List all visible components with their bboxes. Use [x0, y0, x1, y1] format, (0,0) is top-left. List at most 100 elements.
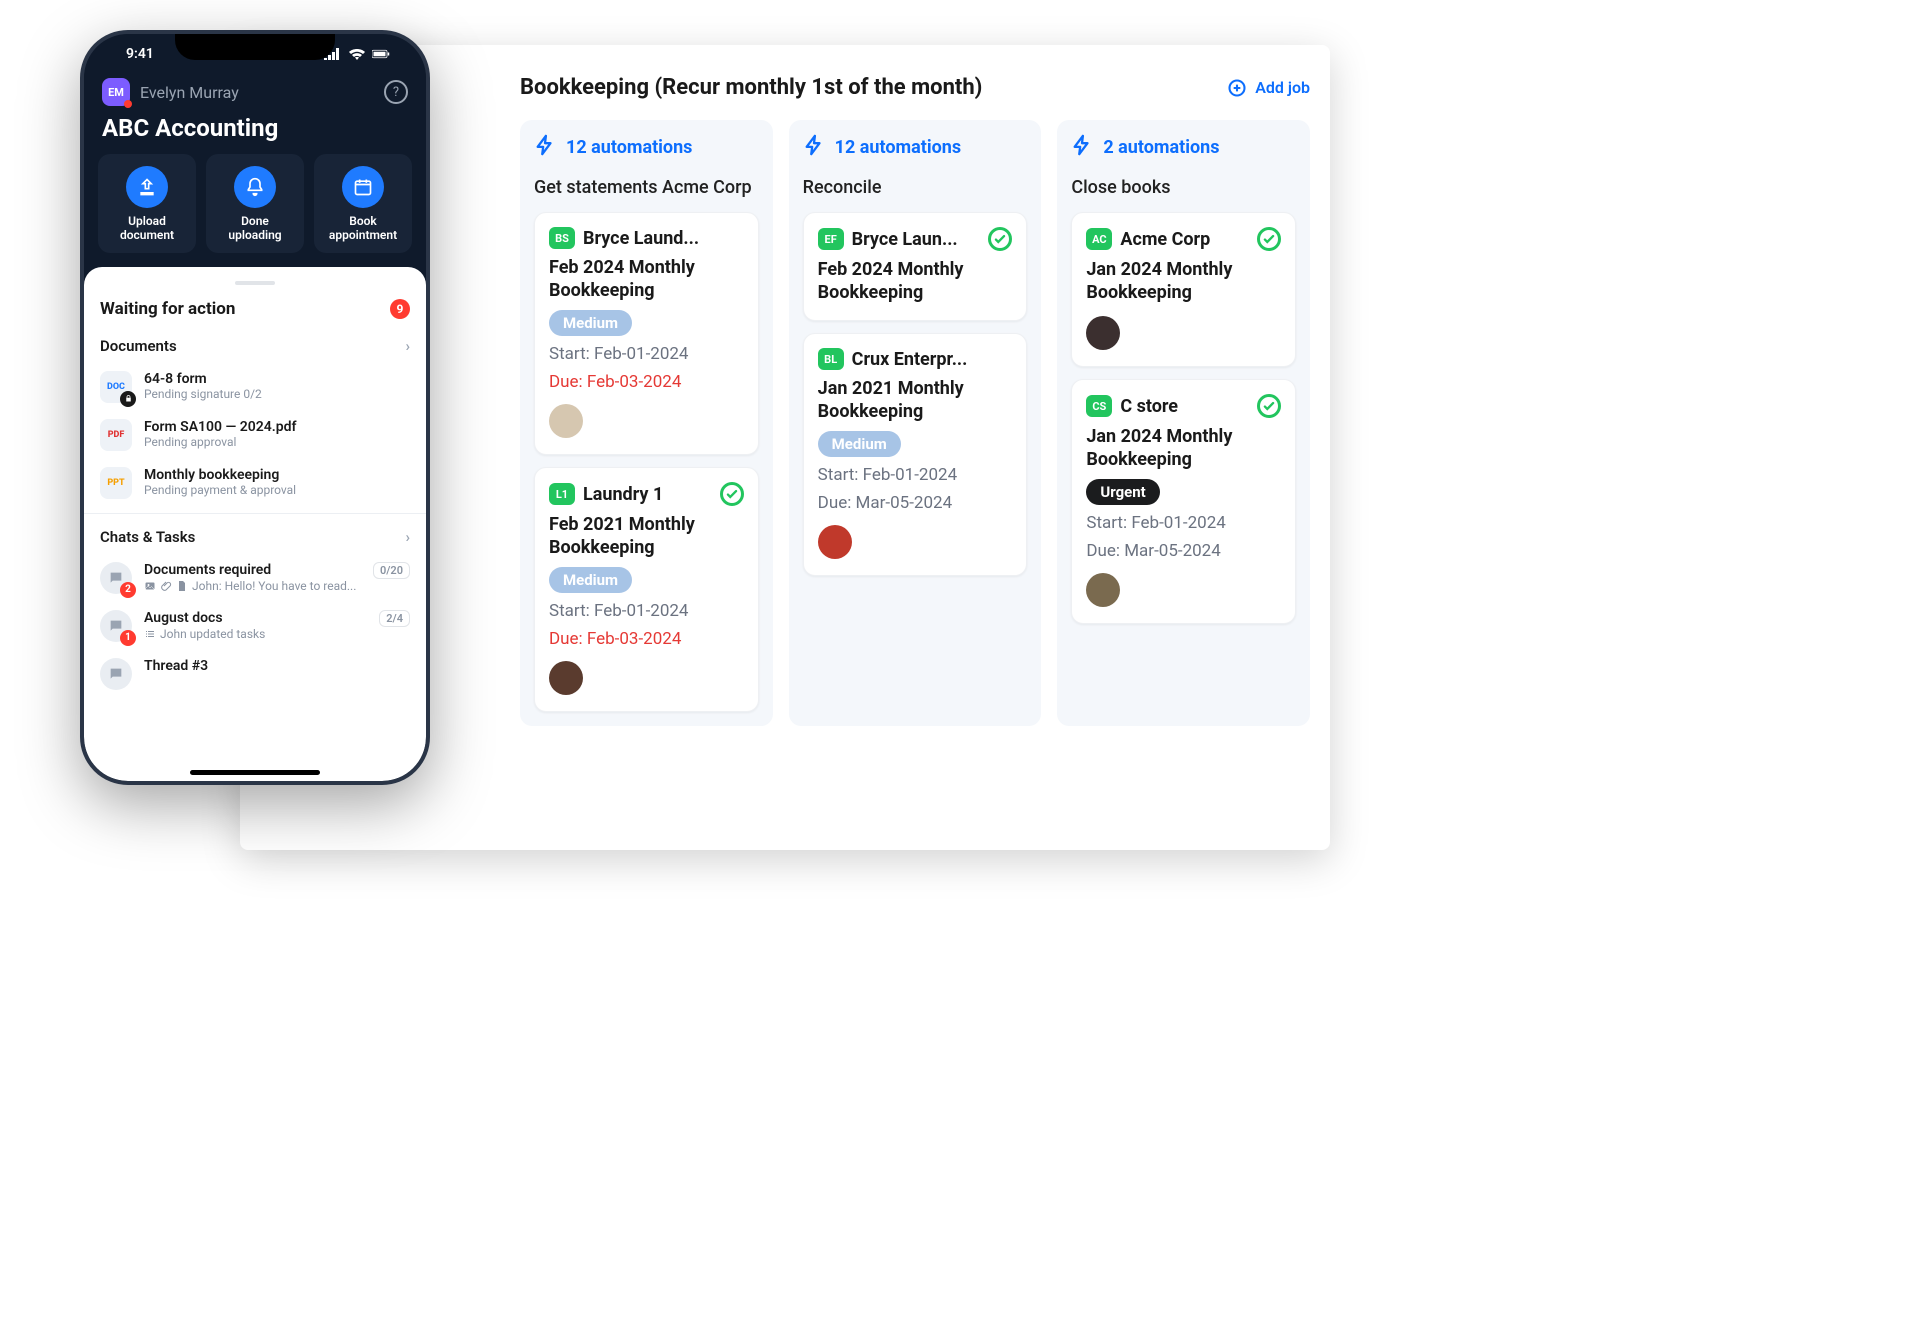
- card-title: Jan 2024 Monthly Bookkeeping: [1086, 259, 1281, 304]
- customer-name: C store: [1120, 396, 1178, 417]
- lock-icon: [120, 391, 136, 407]
- assignee-avatar[interactable]: [549, 404, 583, 438]
- board-column: 2 automations Close books AC Acme Corp J…: [1057, 120, 1310, 726]
- chat-icon: [100, 658, 132, 690]
- card-title: Feb 2024 Monthly Bookkeeping: [549, 257, 744, 302]
- action-upload[interactable]: Uploaddocument: [98, 154, 196, 253]
- add-job-button[interactable]: Add job: [1227, 78, 1310, 98]
- board-title: Bookkeeping (Recur monthly 1st of the mo…: [520, 75, 982, 100]
- job-card[interactable]: EF Bryce Laun... Feb 2024 Monthly Bookke…: [803, 212, 1028, 321]
- chat-preview: John: Hello! You have to read...: [144, 579, 410, 593]
- card-title: Jan 2024 Monthly Bookkeeping: [1086, 426, 1281, 471]
- chat-row[interactable]: 1 August docs 2/4 John updated tasks: [84, 602, 426, 650]
- chat-title: August docs: [144, 610, 223, 626]
- check-circle-icon: [720, 482, 744, 506]
- unread-badge: 2: [120, 582, 136, 598]
- check-circle-icon: [988, 227, 1012, 251]
- priority-pill: Medium: [818, 431, 901, 457]
- automations-label: 2 automations: [1103, 137, 1219, 158]
- customer-badge: AC: [1086, 228, 1112, 250]
- waiting-count-badge: 9: [390, 299, 410, 319]
- file-pdf-icon: PDF: [100, 419, 132, 451]
- due-date: Due: Feb-03-2024: [549, 372, 744, 392]
- assignee-avatar[interactable]: [818, 525, 852, 559]
- sheet-handle[interactable]: [235, 281, 275, 285]
- action-bell[interactable]: Doneuploading: [206, 154, 304, 253]
- chat-title: Documents required: [144, 562, 271, 578]
- customer-badge: BS: [549, 227, 575, 249]
- card-title: Feb 2021 Monthly Bookkeeping: [549, 514, 744, 559]
- document-status: Pending signature 0/2: [144, 387, 262, 401]
- app-title: ABC Accounting: [98, 114, 412, 154]
- automations-link[interactable]: 12 automations: [534, 134, 759, 161]
- job-card[interactable]: BS Bryce Laund... Feb 2024 Monthly Bookk…: [534, 212, 759, 455]
- start-date: Start: Feb-01-2024: [1086, 513, 1281, 533]
- card-title: Feb 2024 Monthly Bookkeeping: [818, 259, 1013, 304]
- document-row[interactable]: PDF Form SA100 — 2024.pdf Pending approv…: [84, 411, 426, 459]
- customer-badge: L1: [549, 483, 575, 505]
- job-card[interactable]: AC Acme Corp Jan 2024 Monthly Bookkeepin…: [1071, 212, 1296, 367]
- chat-count: 0/20: [373, 562, 410, 579]
- column-subtitle: Get statements Acme Corp: [534, 177, 759, 198]
- waiting-header: Waiting for action: [100, 299, 235, 319]
- document-row[interactable]: PPT Monthly bookkeeping Pending payment …: [84, 459, 426, 507]
- customer-badge: EF: [818, 228, 844, 250]
- customer-badge: CS: [1086, 395, 1112, 417]
- help-icon[interactable]: ?: [384, 80, 408, 104]
- action-label: Doneuploading: [228, 214, 281, 243]
- chevron-right-icon: ›: [405, 528, 410, 546]
- document-row[interactable]: DOC 64-8 form Pending signature 0/2: [84, 363, 426, 411]
- assignee-avatar[interactable]: [1086, 573, 1120, 607]
- phone-notch: [175, 34, 335, 60]
- due-date: Due: Feb-03-2024: [549, 629, 744, 649]
- chat-preview: John updated tasks: [144, 627, 410, 641]
- document-name: 64-8 form: [144, 371, 262, 387]
- chats-header[interactable]: Chats & Tasks ›: [84, 520, 426, 554]
- start-date: Start: Feb-01-2024: [549, 344, 744, 364]
- chat-icon: 2: [100, 562, 132, 594]
- document-name: Form SA100 — 2024.pdf: [144, 419, 296, 435]
- document-status: Pending approval: [144, 435, 296, 449]
- documents-header[interactable]: Documents ›: [84, 329, 426, 363]
- document-name: Monthly bookkeeping: [144, 467, 296, 483]
- automations-link[interactable]: 12 automations: [803, 134, 1028, 161]
- board-column: 12 automations Get statements Acme Corp …: [520, 120, 773, 726]
- column-subtitle: Close books: [1071, 177, 1296, 198]
- home-indicator[interactable]: [190, 770, 320, 775]
- user-avatar[interactable]: EM: [102, 78, 130, 106]
- bolt-icon: [1071, 134, 1093, 161]
- customer-name: Acme Corp: [1120, 229, 1210, 250]
- chat-row[interactable]: 2 Documents required 0/20 John: Hello! Y…: [84, 554, 426, 602]
- divider: [84, 513, 426, 514]
- job-card[interactable]: L1 Laundry 1 Feb 2021 Monthly Bookkeepin…: [534, 467, 759, 712]
- chat-icon: 1: [100, 610, 132, 642]
- assignee-avatar[interactable]: [1086, 316, 1120, 350]
- chevron-right-icon: ›: [405, 337, 410, 355]
- customer-name: Bryce Laun...: [852, 229, 958, 250]
- action-calendar[interactable]: Bookappointment: [314, 154, 412, 253]
- customer-name: Crux Enterpr...: [852, 349, 968, 370]
- check-circle-icon: [1257, 394, 1281, 418]
- chat-row[interactable]: Thread #3: [84, 650, 426, 698]
- priority-pill: Medium: [549, 310, 632, 336]
- upload-icon: [126, 166, 168, 208]
- unread-badge: 1: [120, 630, 136, 646]
- automations-link[interactable]: 2 automations: [1071, 134, 1296, 161]
- plus-circle-icon: [1227, 78, 1247, 98]
- due-date: Due: Mar-05-2024: [818, 493, 1013, 513]
- documents-header-label: Documents: [100, 337, 177, 355]
- user-name: Evelyn Murray: [140, 83, 239, 102]
- automations-label: 12 automations: [835, 137, 961, 158]
- due-date: Due: Mar-05-2024: [1086, 541, 1281, 561]
- add-job-label: Add job: [1255, 78, 1310, 97]
- action-label: Bookappointment: [329, 214, 397, 243]
- status-time: 9:41: [126, 46, 154, 62]
- priority-pill: Medium: [549, 567, 632, 593]
- wifi-icon: [348, 48, 366, 60]
- assignee-avatar[interactable]: [549, 661, 583, 695]
- bolt-icon: [803, 134, 825, 161]
- job-card[interactable]: CS C store Jan 2024 Monthly BookkeepingU…: [1071, 379, 1296, 624]
- job-card[interactable]: BL Crux Enterpr... Jan 2021 Monthly Book…: [803, 333, 1028, 576]
- customer-name: Laundry 1: [583, 484, 663, 505]
- calendar-icon: [342, 166, 384, 208]
